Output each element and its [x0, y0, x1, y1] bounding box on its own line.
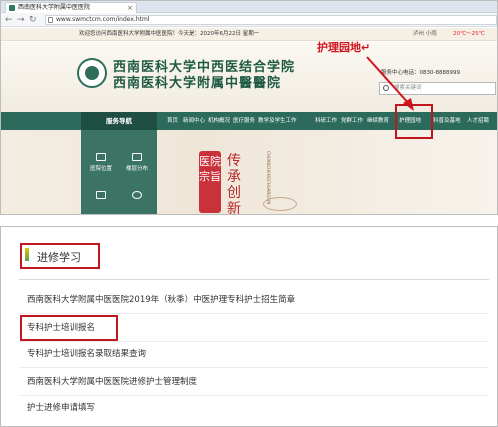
annotation-box-signup — [20, 315, 118, 341]
nav-item-research[interactable]: 科研工作 — [315, 112, 337, 130]
nav-item-home[interactable]: 首页 — [167, 112, 178, 130]
back-arrow-icon[interactable]: ← — [5, 14, 13, 26]
welcome-text: 欢迎您访问西南医科大学附属中医医院！今天是：2020年6月22日 星期一 — [79, 31, 260, 37]
link-management-rules[interactable]: 西南医科大学附属中医医院进修护士管理制度 — [27, 375, 197, 387]
section-screenshot: 进修学习 西南医科大学附属中医医院2019年（秋季）中医护理专科护士招生简章 专… — [0, 226, 498, 427]
nav-item-news[interactable]: 新闻中心 — [183, 112, 205, 130]
quick-access-panel: 医院位置 楼层分布 — [81, 130, 157, 214]
temperature-text: 20℃～25℃ — [453, 31, 485, 37]
site-header: 西南医科大学中西医结合学院 西南医科大学附属中醫醫院 服务中心电话：0830-8… — [1, 42, 497, 112]
banner-slogan: 传承创新 — [227, 153, 241, 215]
search-placeholder: 搜索关键词 — [394, 85, 422, 91]
browser-tab-bar: 西南医科大学附属中医医院 × — [1, 1, 497, 13]
page-info-icon[interactable] — [48, 17, 53, 23]
service-hotline: 服务中心电话：0830-8888999 — [381, 70, 460, 76]
nav-item-education[interactable]: 继续教育 — [367, 112, 389, 130]
quick-link-3[interactable] — [83, 186, 119, 214]
floor-layout-label: 楼层分布 — [125, 166, 148, 172]
nav-item-science[interactable]: 科普及基地 — [433, 112, 461, 130]
school-name-line2: 西南医科大学附属中醫醫院 — [113, 76, 282, 91]
site-favicon-icon — [9, 5, 15, 11]
school-logo-icon[interactable] — [77, 58, 107, 88]
hero-banner — [1, 130, 497, 214]
annotation-box-title — [20, 243, 100, 269]
search-icon[interactable] — [383, 85, 389, 91]
nav-item-about[interactable]: 机构概况 — [208, 112, 230, 130]
nav-item-party[interactable]: 党群工作 — [341, 112, 363, 130]
checklist-icon — [96, 191, 106, 199]
browser-tab[interactable]: 西南医科大学附属中医医院 × — [5, 2, 137, 13]
website-screenshot: 西南医科大学附属中医医院 × ← → ↻ www.swmctcm.com/ind… — [0, 0, 498, 215]
url-field[interactable]: www.swmctcm.com/index.html — [45, 15, 497, 25]
site-search-input[interactable]: 搜索关键词 — [379, 82, 496, 95]
address-bar: ← → ↻ www.swmctcm.com/index.html — [1, 13, 497, 27]
link-application-form[interactable]: 护士进修申请填写 — [27, 401, 95, 413]
building-icon — [132, 153, 142, 161]
hospital-location-label: 医院位置 — [89, 166, 112, 172]
nav-item-recruit[interactable]: 人才招聘 — [467, 112, 489, 130]
annotation-highlight-box — [395, 104, 433, 139]
reload-icon[interactable]: ↻ — [29, 14, 37, 26]
link-enrollment-brochure[interactable]: 西南医科大学附属中医医院2019年（秋季）中医护理专科护士招生简章 — [27, 293, 295, 305]
quick-link-4[interactable] — [119, 186, 155, 214]
link-divider — [19, 395, 489, 396]
cloud-ornament — [263, 197, 297, 211]
site-info-bar: 欢迎您访问西南医科大学附属中医医院！今天是：2020年6月22日 星期一 泸州 … — [1, 28, 497, 41]
url-text: www.swmctcm.com/index.html — [56, 16, 150, 23]
person-icon — [132, 191, 142, 199]
floor-layout-link[interactable]: 楼层分布 — [119, 148, 155, 178]
weather-text: 泸州 小雨 — [413, 31, 437, 37]
annotation-label: 护理园地↵ — [317, 41, 371, 54]
nav-item-medical[interactable]: 医疗服务 — [233, 112, 255, 130]
link-divider — [19, 367, 489, 368]
tab-title: 西南医科大学附属中医医院 — [18, 4, 91, 11]
close-tab-icon[interactable]: × — [127, 3, 133, 13]
link-divider — [19, 313, 489, 314]
nav-item-teaching[interactable]: 教学及学生工作 — [258, 112, 297, 130]
service-nav-button[interactable]: 服务导航 — [81, 112, 157, 130]
map-icon — [96, 153, 106, 161]
hospital-location-link[interactable]: 医院位置 — [83, 148, 119, 178]
forward-arrow-icon[interactable]: → — [17, 14, 25, 26]
hospital-motto-seal: 医院宗旨 — [199, 151, 221, 213]
link-divider — [19, 341, 489, 342]
section-divider — [19, 279, 489, 280]
link-admission-results[interactable]: 专科护士培训报名录取结果查询 — [27, 347, 146, 359]
